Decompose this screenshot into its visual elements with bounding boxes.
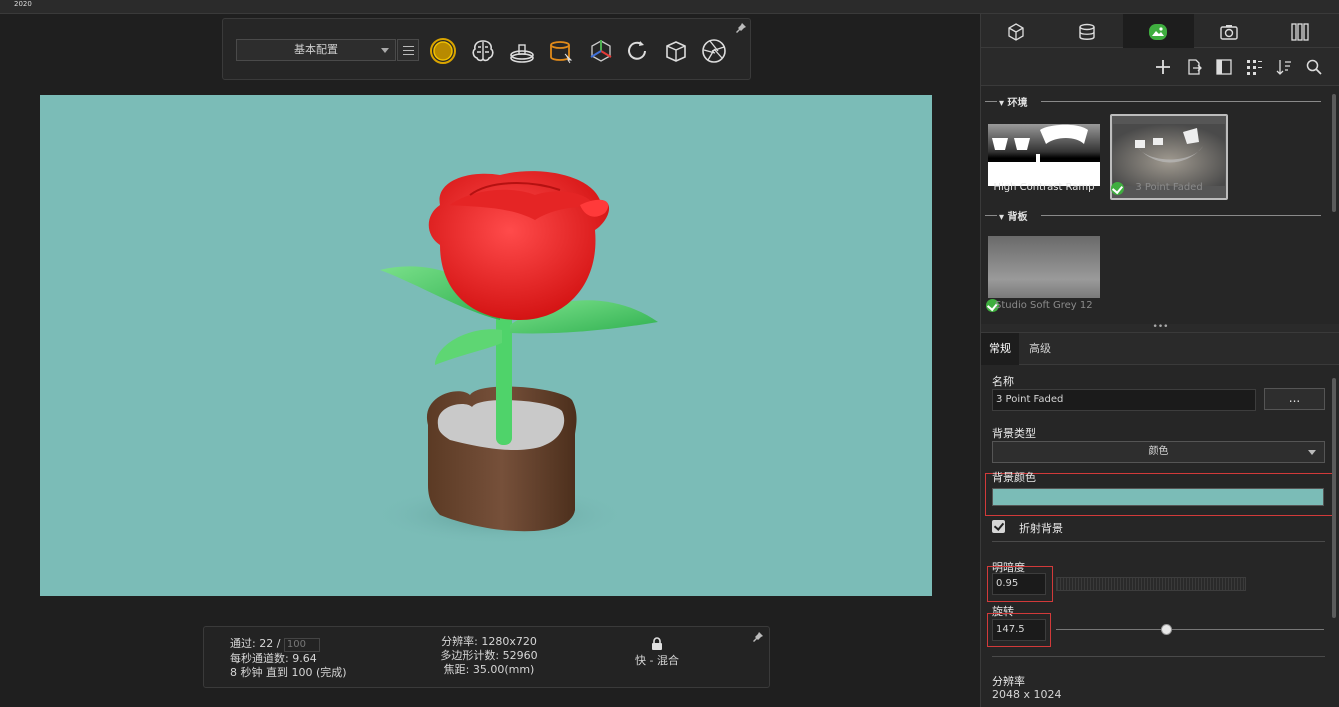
add-icon[interactable] [1154, 58, 1172, 76]
name-more-button[interactable]: ... [1264, 388, 1325, 410]
resolution-value: 2048 x 1024 [992, 688, 1062, 701]
material-bucket-icon[interactable] [547, 37, 575, 65]
per-second-label: 每秒通道数: [230, 652, 289, 665]
database-icon [1079, 23, 1095, 40]
panel-icon[interactable] [1215, 58, 1233, 76]
resolution-label: 分辨率 [992, 675, 1025, 688]
panel-splitter-handle[interactable]: ••• [981, 323, 1339, 332]
grid-icon[interactable] [1245, 58, 1263, 76]
section-backplates[interactable]: ▾ 背板 [999, 208, 1028, 223]
pass-current: 22 / [259, 637, 281, 650]
env-thumb-3-point-faded[interactable] [1113, 124, 1225, 186]
chevron-down-icon [381, 48, 389, 53]
title-strip: 2020 [0, 0, 1339, 14]
time-remaining: 8 秒钟 直到 100 (完成) [230, 666, 347, 679]
backplate-label: Studio Soft Grey 12 [995, 300, 1093, 311]
tab-advanced[interactable]: 高级 [1021, 333, 1059, 365]
render-canvas[interactable] [40, 95, 932, 596]
box-icon[interactable] [662, 37, 690, 65]
bg-type-select[interactable]: 颜色 [992, 441, 1325, 463]
sphere-icon[interactable] [429, 37, 457, 65]
transform-icon[interactable] [587, 37, 615, 65]
bg-color-swatch[interactable] [992, 488, 1324, 506]
rotation-input[interactable]: 147.5 [992, 619, 1046, 641]
render-status-panel: 通过: 22 / 100 每秒通道数: 9.64 8 秒钟 直到 100 (完成… [203, 626, 770, 688]
cube-icon [1008, 23, 1024, 41]
aperture-icon[interactable] [700, 37, 728, 65]
library-scrollbar[interactable] [1332, 94, 1336, 212]
properties-panel: 常规 高级 名称 3 Point Faded ... 背景类型 颜色 背景颜色 … [981, 332, 1339, 707]
brain-icon[interactable] [469, 37, 497, 65]
camera-icon [1220, 25, 1238, 40]
pass-label: 通过: [230, 637, 256, 650]
resolution-info: 分辨率: 1280x720 [441, 635, 537, 648]
pin-icon[interactable] [736, 23, 746, 33]
tab-materials[interactable] [1052, 14, 1123, 48]
library-actions [981, 48, 1339, 86]
tab-general[interactable]: 常规 [981, 333, 1019, 365]
polygon-count: 多边形计数: 52960 [440, 649, 538, 662]
panel-tabs [981, 14, 1339, 48]
preset-value: 基本配置 [294, 43, 338, 56]
render-mode-label: 快 - 混合 [635, 654, 679, 667]
tab-layout[interactable] [1265, 14, 1336, 48]
tab-environments[interactable] [1123, 14, 1194, 48]
bg-type-label: 背景类型 [992, 427, 1036, 440]
bg-type-value: 颜色 [1148, 446, 1169, 457]
per-second-value: 9.64 [292, 652, 317, 665]
turntable-icon[interactable] [508, 37, 536, 65]
render-toolbar: 基本配置 [222, 18, 751, 80]
right-panel: ▾ 环境 High Contrast Ramp 3 Point Faded ▾ … [980, 14, 1339, 707]
env-thumb-high-contrast-ramp[interactable] [988, 124, 1100, 186]
section-environments[interactable]: ▾ 环境 [999, 94, 1028, 109]
lock-icon [652, 637, 662, 650]
refract-bg-label: 折射背景 [1019, 522, 1063, 535]
export-icon[interactable] [1185, 58, 1203, 76]
bg-color-label: 背景颜色 [992, 471, 1036, 484]
preset-list-button[interactable] [397, 39, 419, 61]
preset-dropdown[interactable]: 基本配置 [236, 39, 396, 61]
brightness-slider[interactable] [1056, 577, 1246, 591]
chevron-down-icon [1308, 450, 1316, 455]
properties-tabs: 常规 高级 [981, 333, 1339, 365]
rotation-slider-track[interactable] [1056, 629, 1324, 630]
environment-library: ▾ 环境 High Contrast Ramp 3 Point Faded ▾ … [981, 86, 1339, 324]
env-label: 3 Point Faded [1135, 182, 1203, 193]
environment-icon [1149, 24, 1167, 40]
tab-models[interactable] [981, 14, 1052, 48]
pin-icon[interactable] [753, 632, 763, 642]
rose-render-image [370, 171, 658, 545]
search-icon[interactable] [1305, 58, 1323, 76]
backplate-thumb-studio-soft-grey[interactable] [988, 236, 1100, 298]
refresh-icon[interactable] [623, 37, 651, 65]
refract-bg-checkbox[interactable] [992, 520, 1005, 533]
brightness-input[interactable]: 0.95 [992, 573, 1046, 595]
env-label: High Contrast Ramp [993, 182, 1095, 193]
rotation-slider-knob[interactable] [1161, 624, 1172, 635]
render-mode-toggle[interactable]: 快 - 混合 [632, 635, 682, 668]
focal-length: 焦距: 35.00(mm) [443, 663, 535, 676]
columns-icon [1291, 23, 1309, 41]
sort-icon[interactable] [1275, 58, 1293, 76]
pass-total-input[interactable]: 100 [283, 638, 320, 652]
name-field[interactable]: 3 Point Faded [992, 389, 1256, 411]
year-label: 2020 [14, 0, 32, 8]
tab-cameras[interactable] [1194, 14, 1265, 48]
properties-scrollbar[interactable] [1332, 378, 1336, 618]
name-label: 名称 [992, 375, 1014, 388]
